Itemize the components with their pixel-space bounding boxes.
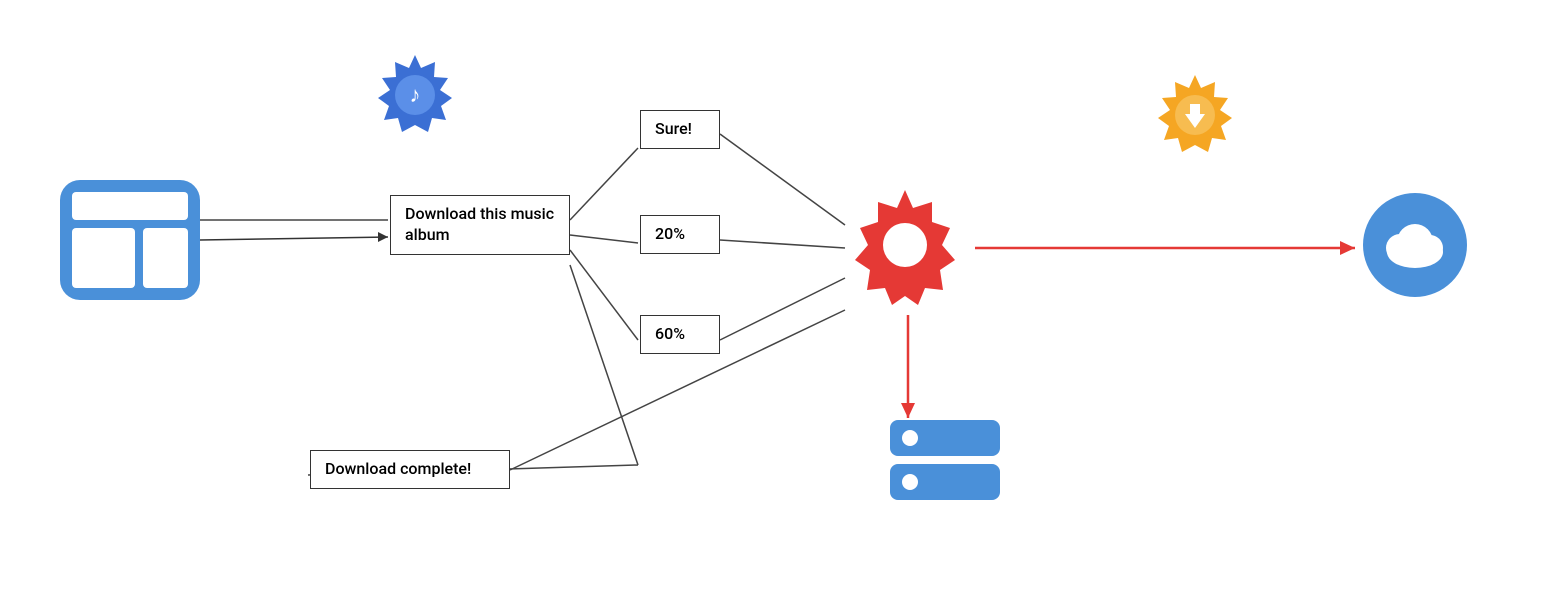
download-music-box: Download this music album bbox=[390, 195, 570, 255]
twenty-percent-label: 20% bbox=[655, 224, 685, 243]
cloud-icon bbox=[1360, 190, 1470, 280]
sure-box: Sure! bbox=[640, 110, 720, 149]
db-dot-2 bbox=[902, 474, 918, 490]
connector-lines bbox=[0, 0, 1550, 600]
download-complete-label: Download complete! bbox=[325, 459, 471, 478]
download-badge-icon bbox=[1150, 70, 1240, 160]
db-dot-1 bbox=[902, 430, 918, 446]
db-row-1 bbox=[890, 420, 1000, 456]
twenty-percent-box: 20% bbox=[640, 215, 720, 254]
browser-right-panel bbox=[143, 228, 188, 288]
database-icon bbox=[890, 420, 1000, 500]
gear-icon bbox=[840, 180, 970, 310]
sixty-percent-box: 60% bbox=[640, 315, 720, 354]
download-complete-box: Download complete! bbox=[310, 450, 510, 489]
browser-left-panel bbox=[72, 228, 135, 288]
diagram-container: ♪ bbox=[0, 0, 1550, 600]
browser-icon bbox=[60, 180, 200, 300]
download-music-label: Download this music album bbox=[405, 204, 554, 244]
music-badge-icon: ♪ bbox=[370, 50, 460, 140]
sixty-percent-label: 60% bbox=[655, 324, 685, 343]
db-row-2 bbox=[890, 464, 1000, 500]
svg-text:♪: ♪ bbox=[410, 83, 421, 108]
sure-label: Sure! bbox=[655, 119, 692, 138]
browser-top-bar bbox=[72, 192, 188, 220]
